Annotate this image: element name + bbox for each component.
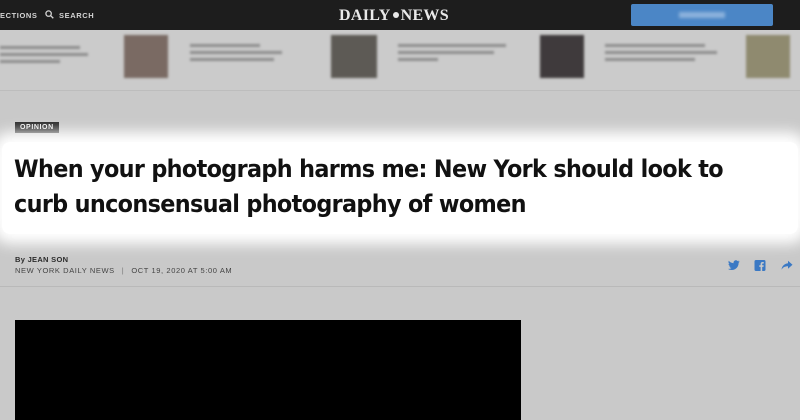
logo-dot-icon <box>392 12 399 19</box>
story-thumbnail[interactable] <box>540 35 584 78</box>
logo-text-right: NEWS <box>400 7 449 24</box>
sections-menu-button[interactable]: ECTIONS <box>0 11 38 20</box>
subscribe-button[interactable] <box>631 4 773 26</box>
subscribe-label-blurred <box>679 12 725 18</box>
search-button[interactable]: SEARCH <box>59 11 94 20</box>
publication-name: NEW YORK DAILY NEWS <box>15 266 115 275</box>
story-thumbnail[interactable] <box>124 35 168 78</box>
byline-separator: | <box>121 266 125 275</box>
facebook-icon[interactable] <box>754 260 766 271</box>
story-teaser-text[interactable] <box>0 46 88 67</box>
share-icon[interactable] <box>781 260 793 271</box>
search-icon[interactable] <box>45 10 54 19</box>
section-divider <box>0 286 800 287</box>
byline-meta: NEW YORK DAILY NEWS | OCT 19, 2020 AT 5:00… <box>15 266 232 275</box>
story-teaser-text[interactable] <box>398 44 506 65</box>
twitter-icon[interactable] <box>728 260 740 271</box>
related-stories-strip <box>0 30 800 91</box>
top-nav-bar: ECTIONS SEARCH DAILY NEWS <box>0 0 800 30</box>
publish-timestamp: OCT 19, 2020 AT 5:00 AM <box>131 266 233 275</box>
story-teaser-text[interactable] <box>605 44 717 65</box>
category-badge[interactable]: OPINION <box>15 122 59 133</box>
article-headline: When your photograph harms me: New York … <box>14 155 724 218</box>
story-teaser-text[interactable] <box>190 44 282 65</box>
logo-text-left: DAILY <box>339 7 391 24</box>
story-thumbnail[interactable] <box>746 35 790 78</box>
site-logo[interactable]: DAILY NEWS <box>339 7 449 25</box>
author-byline[interactable]: By JEAN SON <box>15 255 68 264</box>
article-media[interactable] <box>15 320 521 420</box>
story-thumbnail[interactable] <box>331 35 377 78</box>
